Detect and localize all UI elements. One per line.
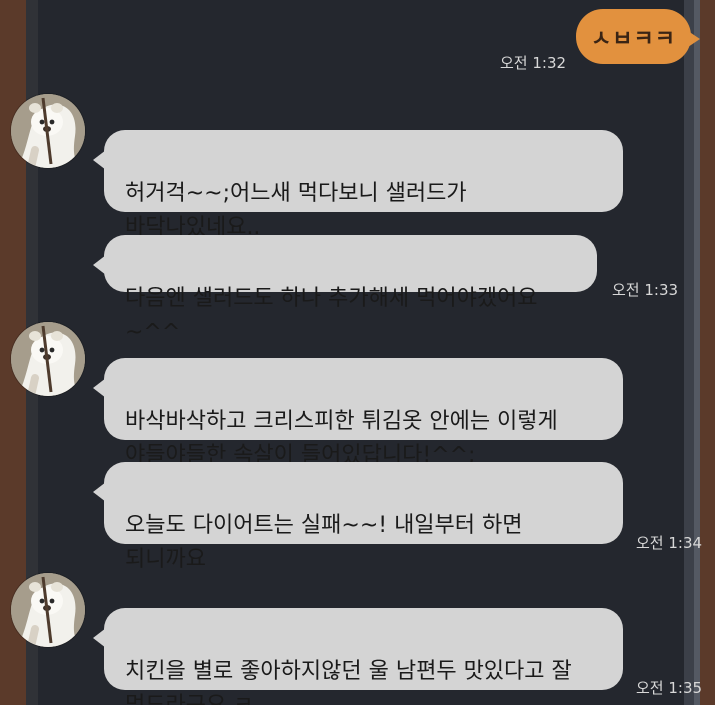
message-bubble-1[interactable]: 허거걱~~;어느새 먹다보니 샐러드가 바닥나있네요.. <box>93 130 623 240</box>
message-time: 오전 1:35 <box>636 679 703 697</box>
message-bubble-2[interactable]: 다음엔 샐러드도 하나 추가해세 먹어야겠어요~^^ <box>93 235 597 345</box>
sender-avatar[interactable] <box>11 573 85 647</box>
polar-bear-plush-icon <box>11 322 85 396</box>
polar-bear-plush-icon <box>11 94 85 168</box>
scrollbar-thumb[interactable] <box>694 0 700 705</box>
message-time: 오전 1:34 <box>636 534 703 552</box>
chat-area[interactable] <box>38 0 684 705</box>
message-bubble-5[interactable]: 치킨을 별로 좋아하지않던 울 남편두 맛있다고 잘 먹드라구요 ㅋ <box>93 608 623 705</box>
sender-avatar[interactable] <box>11 322 85 396</box>
sent-message-text: ㅅㅂㅋㅋ <box>591 26 676 52</box>
message-time: 오전 1:33 <box>612 281 679 299</box>
polar-bear-plush-icon <box>11 573 85 647</box>
sent-message-bubble[interactable]: ㅅㅂㅋㅋ <box>576 9 700 64</box>
chat-window: ㅅㅂㅋㅋ 오전 1:32 허거걱~~;어느새 먹다보니 샐러드가 바닥나있네요.… <box>0 0 715 705</box>
sender-avatar[interactable] <box>11 94 85 168</box>
sent-message-time: 오전 1:32 <box>500 54 567 72</box>
message-bubble-3[interactable]: 바삭바삭하고 크리스피한 튀김옷 안에는 이렇게 야들야들한 속살이 들어있답니… <box>93 358 623 468</box>
message-bubble-4[interactable]: 오늘도 다이어트는 실패~~! 내일부터 하면 되니까요 <box>93 462 623 572</box>
